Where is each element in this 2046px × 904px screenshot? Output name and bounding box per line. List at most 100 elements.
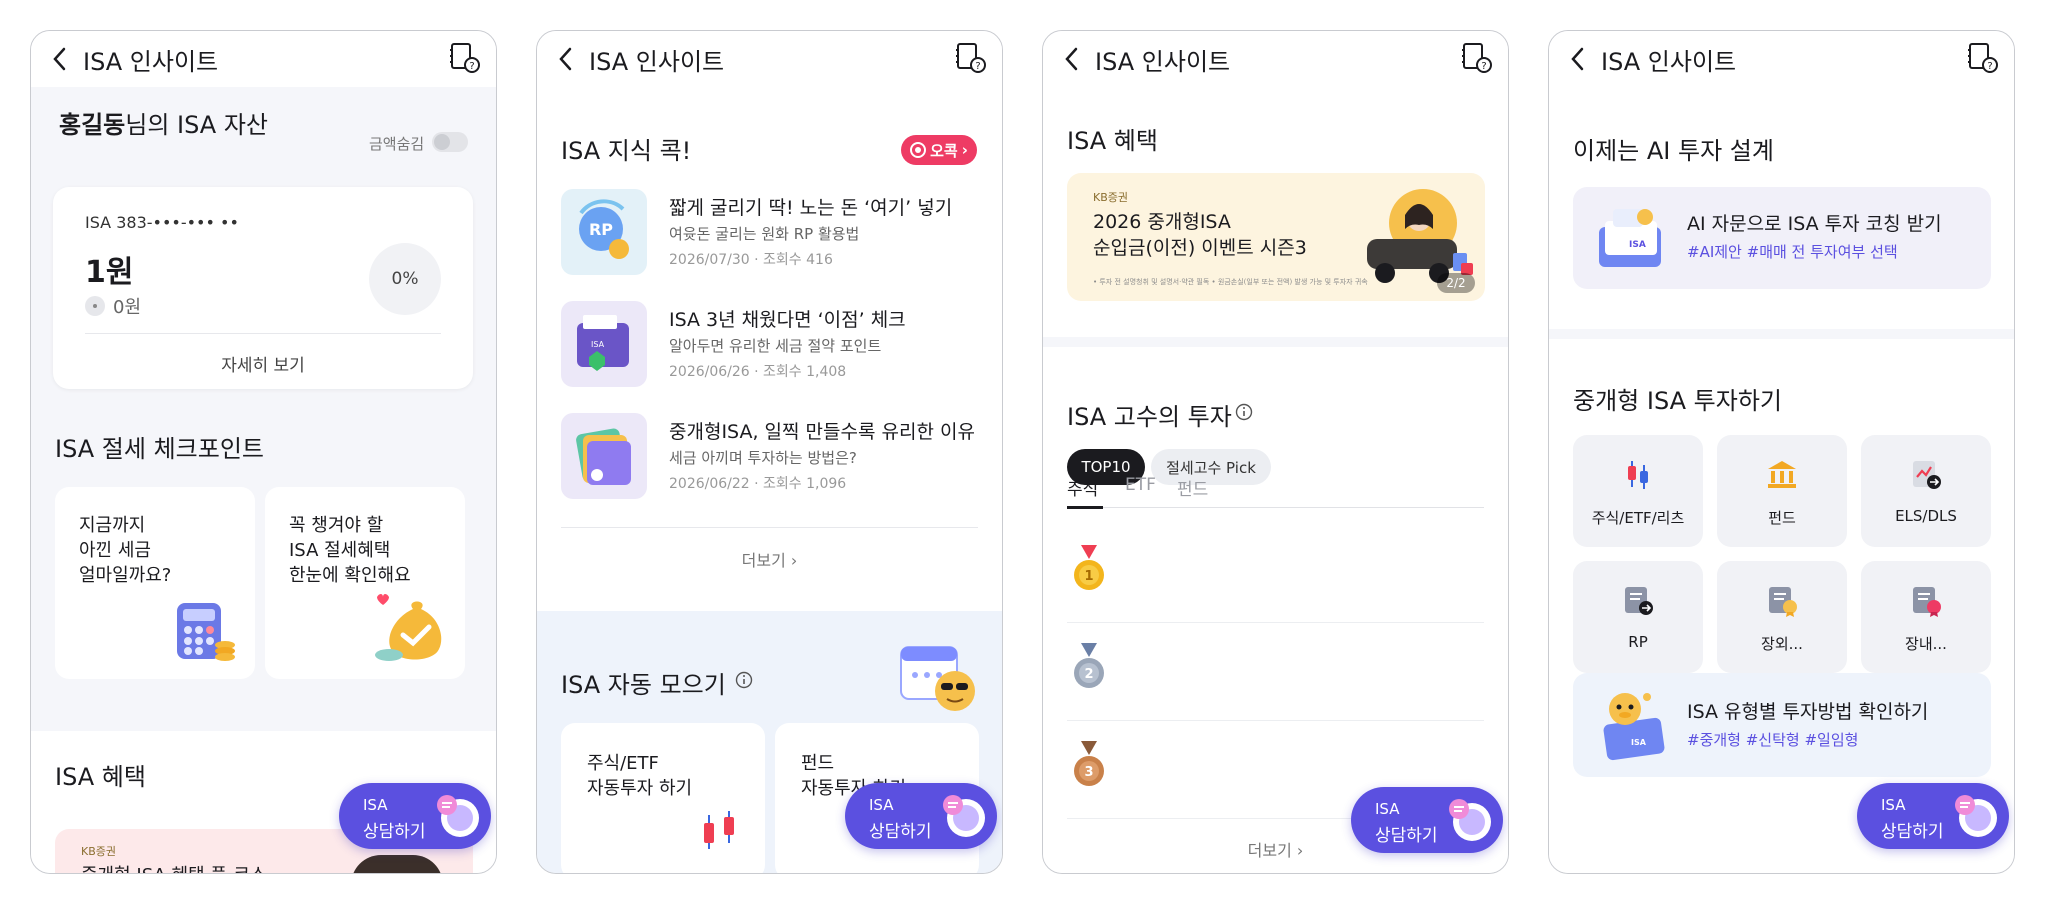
silver-medal-icon: 2 — [1074, 643, 1104, 688]
okok-badge[interactable]: 오콕 › — [901, 135, 977, 165]
account-card: ISA 383-•••-••• •• 1원 0원 0% 자세히 보기 — [53, 187, 473, 389]
top-bar: ISA 인사이트 ? — [1043, 31, 1508, 87]
menu-fund[interactable]: 펀드 — [1717, 435, 1847, 547]
top-bar: ISA 인사이트 ? — [31, 31, 496, 87]
chip-tax-pick[interactable]: 절세고수 Pick — [1151, 449, 1271, 485]
svg-text:RP: RP — [589, 220, 613, 239]
banner-pager: 2/2 — [1437, 273, 1475, 293]
isa-type-card[interactable]: ISA ISA 유형별 투자방법 확인하기 #중개형 #신탁형 #일임형 — [1573, 673, 1991, 777]
svg-text:ISA: ISA — [1631, 738, 1647, 747]
screen-asset: ISA 인사이트 ? 홍길동님의 ISA 자산 금액숨김 ISA 383-•••… — [30, 30, 497, 874]
tip-card-tax-benefit[interactable]: 꼭 챙겨야 할 ISA 절세혜택 한눈에 확인해요 — [265, 487, 465, 679]
menu-exchange[interactable]: 장내... — [1861, 561, 1991, 673]
ai-section: 이제는 AI 투자 설계 ISA AI 자문으로 ISA 투자 코칭 받기 #A… — [1549, 87, 2014, 329]
menu-rp[interactable]: RP — [1573, 561, 1703, 673]
more-link[interactable]: 더보기 › — [537, 547, 1002, 571]
back-icon[interactable] — [1057, 44, 1087, 74]
top-bar: ISA 인사이트 ? — [537, 31, 1002, 87]
tab-etf[interactable]: ETF — [1125, 475, 1156, 495]
calculator-icon — [177, 603, 235, 661]
back-icon[interactable] — [1563, 44, 1593, 74]
tab-stock[interactable]: 주식 — [1067, 475, 1098, 500]
svg-text:ISA: ISA — [591, 340, 605, 349]
svg-text:?: ? — [975, 61, 980, 72]
bank-icon — [1768, 461, 1796, 488]
article-item[interactable]: 중개형ISA, 일찍 만들수록 유리한 이유 세금 아끼며 투자하는 방법은? … — [537, 413, 1002, 513]
tax-section-title: ISA 절세 체크포인트 — [55, 435, 264, 463]
svg-text:?: ? — [469, 61, 474, 72]
menu-stock-etf-reits[interactable]: 주식/ETF/리츠 — [1573, 435, 1703, 547]
return-percent: 0% — [369, 243, 441, 315]
asset-title: 홍길동님의 ISA 자산 — [59, 111, 269, 139]
candlestick-icon — [1628, 461, 1648, 489]
svg-text:?: ? — [1481, 61, 1486, 72]
banner-art — [351, 855, 443, 873]
money-bag-icon — [374, 594, 442, 661]
screen-knowledge: ISA 인사이트 ? ISA 지식 콕! 오콕 › RP 짧게 굴리기 딱! 노는… — [536, 30, 1003, 874]
consult-button[interactable]: ISA 상담하기 — [339, 783, 491, 849]
wallet-shield-icon: ISA — [561, 301, 647, 387]
bronze-medal-icon: 3 — [1074, 741, 1104, 786]
chat-bubble-icon — [1449, 799, 1491, 841]
knowledge-title: ISA 지식 콕! — [561, 137, 692, 165]
detail-link[interactable]: 자세히 보기 — [53, 351, 473, 376]
divider — [85, 333, 441, 334]
cards-icon — [561, 413, 647, 499]
chat-bubble-icon — [1955, 795, 1997, 837]
svg-text:2: 2 — [1084, 667, 1093, 682]
book-question-icon[interactable]: ? — [1966, 41, 2000, 75]
svg-text:3: 3 — [1084, 765, 1093, 780]
rank-row[interactable]: 2 — [1067, 623, 1484, 721]
info-icon[interactable] — [1235, 403, 1253, 421]
menu-otc[interactable]: 장외... — [1717, 561, 1847, 673]
menu-els-dls[interactable]: ELS/DLS — [1861, 435, 1991, 547]
top-bar: ISA 인사이트 ? — [1549, 31, 2014, 87]
auto-title: ISA 자동 모으기 — [561, 671, 726, 699]
ai-coaching-card[interactable]: ISA AI 자문으로 ISA 투자 코칭 받기 #AI제안 #매매 전 투자여… — [1573, 187, 1991, 289]
tab-fund[interactable]: 펀드 — [1177, 475, 1208, 500]
candlestick-icon — [704, 811, 734, 849]
book-question-icon[interactable]: ? — [1460, 41, 1494, 75]
info-icon[interactable] — [735, 671, 753, 689]
tip-card-saved-tax[interactable]: 지금까지 아낀 세금 얼마일까요? — [55, 487, 255, 679]
tab-active-indicator — [1067, 506, 1103, 509]
consult-button[interactable]: ISA 상담하기 — [1857, 783, 2009, 849]
gold-medal-icon: 1 — [1074, 545, 1104, 590]
duck-card-icon: ISA — [1603, 693, 1665, 761]
article-item[interactable]: RP 짧게 굴리기 딱! 노는 돈 ‘여기’ 넣기 여윳돈 굴리는 원화 RP … — [537, 189, 1002, 289]
calendar-emoji-icon — [900, 646, 975, 711]
screen-benefit: ISA 인사이트 ? ISA 혜택 KB증권 2026 중개형ISA 순입금(이… — [1042, 30, 1509, 874]
rp-coin-icon: RP — [561, 189, 647, 275]
chat-bubble-icon — [943, 795, 985, 837]
screen-ai-invest: ISA 인사이트 ? 이제는 AI 투자 설계 ISA AI 자문으로 ISA … — [1548, 30, 2015, 874]
divider — [561, 527, 978, 528]
book-question-icon[interactable]: ? — [448, 41, 482, 75]
target-icon — [910, 142, 927, 158]
event-banner[interactable]: KB증권 2026 중개형ISA 순입금(이전) 이벤트 시즌3 • 투자 전 … — [1067, 173, 1485, 301]
chart-doc-icon — [1913, 461, 1941, 489]
auto-stock-etf-card[interactable]: 주식/ETF 자동투자 하기 — [561, 723, 765, 873]
coin-icon — [85, 296, 105, 316]
book-question-icon[interactable]: ? — [954, 41, 988, 75]
consult-button[interactable]: ISA 상담하기 — [845, 783, 997, 849]
back-icon[interactable] — [45, 44, 75, 74]
rank-row[interactable]: 1 — [1067, 525, 1484, 623]
sub-amount: 0원 — [85, 293, 141, 319]
article-item[interactable]: ISA ISA 3년 채웠다면 ‘이점’ 체크 알아두면 유리한 세금 절약 포… — [537, 301, 1002, 401]
ai-title: 이제는 AI 투자 설계 — [1573, 137, 1774, 165]
svg-text:ISA: ISA — [1629, 240, 1646, 250]
page-title: ISA 인사이트 — [1601, 47, 1737, 76]
document-icon — [1625, 587, 1653, 615]
hide-amount-toggle[interactable] — [432, 132, 468, 152]
consult-button[interactable]: ISA 상담하기 — [1351, 787, 1503, 853]
certificate-icon — [1769, 587, 1797, 617]
back-icon[interactable] — [551, 44, 581, 74]
svg-text:?: ? — [1987, 61, 1992, 72]
benefit-title: ISA 혜택 — [55, 763, 146, 791]
invest-title: 중개형 ISA 투자하기 — [1573, 387, 1782, 415]
chat-bubble-icon — [437, 795, 479, 837]
experts-title: ISA 고수의 투자 — [1067, 403, 1232, 431]
page-title: ISA 인사이트 — [589, 47, 725, 76]
account-number[interactable]: ISA 383-•••-••• •• — [85, 213, 239, 232]
page-title: ISA 인사이트 — [1095, 47, 1231, 76]
